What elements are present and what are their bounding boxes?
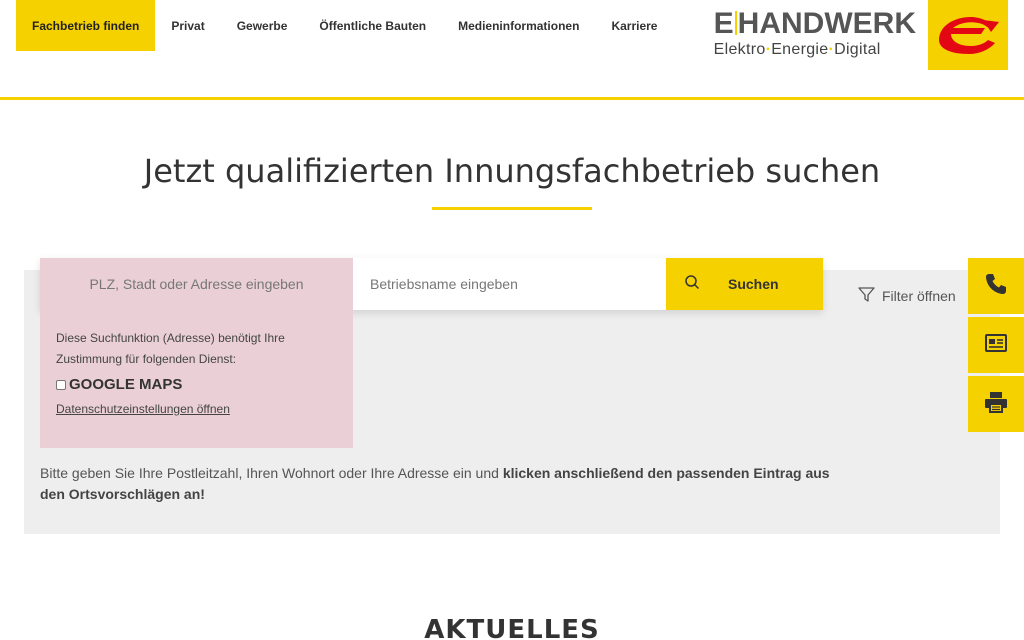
- logo-subtitle: Elektro·Energie·Digital: [714, 40, 916, 60]
- nav-item-gewerbe[interactable]: Gewerbe: [221, 0, 304, 51]
- filter-toggle[interactable]: Filter öffnen: [858, 287, 956, 305]
- company-name-input[interactable]: Betriebsname eingeben: [353, 258, 666, 310]
- company-name-placeholder: Betriebsname eingeben: [370, 276, 518, 292]
- search-button[interactable]: Suchen: [666, 258, 823, 310]
- title-underline: [432, 207, 592, 210]
- hint-text: Bitte geben Sie Ihre Postleitzahl, Ihren…: [40, 465, 503, 481]
- site-header: Fachbetrieb finden Privat Gewerbe Öffent…: [0, 0, 1024, 100]
- phone-icon: [984, 272, 1008, 301]
- nav-item-karriere[interactable]: Karriere: [595, 0, 673, 51]
- logo-sub-energie: Energie: [771, 41, 829, 58]
- search-button-label: Suchen: [728, 276, 779, 292]
- main-nav: Fachbetrieb finden Privat Gewerbe Öffent…: [16, 0, 673, 51]
- nav-item-medieninformationen[interactable]: Medieninformationen: [442, 0, 595, 51]
- location-search-input[interactable]: PLZ, Stadt oder Adresse eingeben: [40, 258, 353, 310]
- nav-item-privat[interactable]: Privat: [155, 0, 220, 51]
- logo-title: E HANDWERK: [714, 8, 916, 40]
- search-bar: PLZ, Stadt oder Adresse eingeben Betrieb…: [40, 258, 823, 310]
- logo-left: E: [713, 7, 734, 40]
- phone-button[interactable]: [968, 258, 1024, 314]
- logo-sub-elektro: Elektro: [713, 41, 766, 58]
- search-icon: [684, 274, 700, 295]
- privacy-settings-link[interactable]: Datenschutzeinstellungen öffnen: [56, 402, 230, 416]
- location-placeholder: PLZ, Stadt oder Adresse eingeben: [89, 276, 304, 292]
- e-handwerk-logo-icon[interactable]: [928, 0, 1008, 70]
- print-button[interactable]: [968, 376, 1024, 432]
- logo-sub-digital: Digital: [834, 41, 881, 58]
- logo-wordmark[interactable]: E HANDWERK Elektro·Energie·Digital: [714, 8, 916, 60]
- consent-text: Diese Suchfunktion (Adresse) benötigt Ih…: [56, 331, 285, 366]
- consent-checkbox[interactable]: [56, 379, 66, 390]
- consent-box: Diese Suchfunktion (Adresse) benötigt Ih…: [40, 310, 353, 448]
- logo-right: HANDWERK: [737, 7, 916, 40]
- search-hint: Bitte geben Sie Ihre Postleitzahl, Ihren…: [40, 463, 840, 505]
- print-icon: [983, 390, 1009, 419]
- google-maps-consent[interactable]: GOOGLE MAPS: [56, 376, 337, 393]
- filter-icon: [858, 287, 882, 305]
- consent-service-label: GOOGLE MAPS: [69, 376, 183, 393]
- page-title: Jetzt qualifizierten Innungsfachbetrieb …: [143, 152, 881, 190]
- news-icon: [984, 332, 1008, 359]
- nav-item-fachbetrieb-finden[interactable]: Fachbetrieb finden: [16, 0, 156, 51]
- filter-label: Filter öffnen: [882, 288, 956, 304]
- newsletter-button[interactable]: [968, 317, 1024, 373]
- nav-item-oeffentliche-bauten[interactable]: Öffentliche Bauten: [303, 0, 442, 51]
- logo-divider: [734, 11, 737, 35]
- news-section-title: AKTUELLES: [424, 615, 600, 640]
